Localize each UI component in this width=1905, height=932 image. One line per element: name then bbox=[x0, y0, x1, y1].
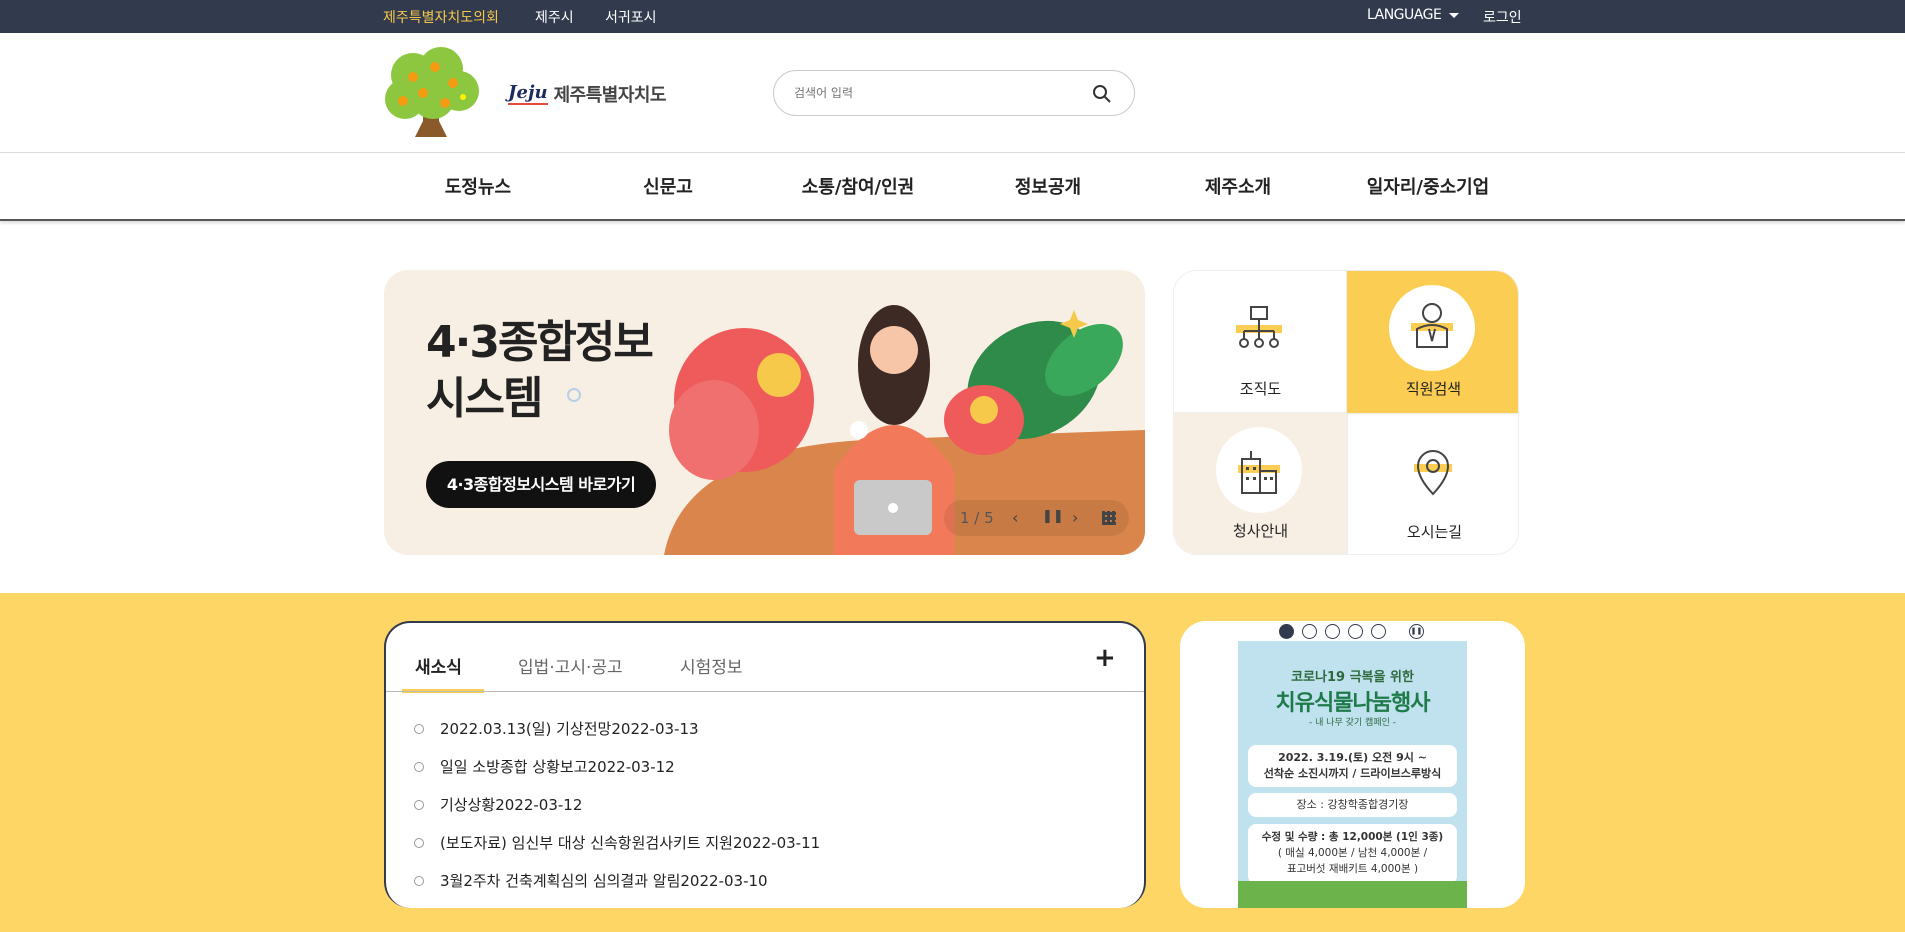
location-pin-icon bbox=[1390, 428, 1476, 514]
quick-directions[interactable]: 오시는길 bbox=[1347, 413, 1518, 554]
list-item[interactable]: 3월2주차 건축계획심의 심의결과 알림2022-03-10 bbox=[414, 870, 768, 891]
banner-pager: 1 / 5 bbox=[960, 509, 994, 527]
jeju-tree-logo[interactable] bbox=[383, 47, 483, 139]
nav-item-info-disclosure[interactable]: 정보공개 bbox=[968, 173, 1128, 199]
more-button[interactable]: + bbox=[1094, 643, 1116, 673]
promo-qty-line3: 표고버섯 재배키트 4,000본 ) bbox=[1286, 863, 1419, 875]
promo-qty-line2: ( 매실 4,000본 / 남천 4,000본 / bbox=[1277, 847, 1428, 859]
jeju-brand-mark: Jeju bbox=[508, 82, 548, 105]
list-item-text: 기상상황2022-03-12 bbox=[440, 796, 583, 814]
promo-date-box: 2022. 3.19.(토) 오전 9시 ~ 선착순 소진시까지 / 드라이브스… bbox=[1248, 745, 1457, 787]
bullet-icon bbox=[414, 875, 424, 886]
banner-title-line2: 시스템 bbox=[426, 373, 543, 424]
nav-item-sinmungo[interactable]: 신문고 bbox=[588, 173, 748, 199]
list-item[interactable]: 일일 소방종합 상황보고2022-03-12 bbox=[414, 756, 675, 777]
slide-dot-2[interactable] bbox=[1302, 624, 1317, 639]
quick-building-guide[interactable]: 청사안내 bbox=[1174, 413, 1347, 554]
promo-qty-line1: 수정 및 수량 : 총 12,000본 (1인 3종) bbox=[1261, 831, 1444, 843]
site-logo[interactable]: Jeju 제주특별자치도 bbox=[508, 80, 667, 108]
promo-qty-box: 수정 및 수량 : 총 12,000본 (1인 3종) ( 매실 4,000본 … bbox=[1248, 824, 1457, 884]
promo-subtitle: - 내 나무 갖기 캠페인 - bbox=[1308, 718, 1397, 728]
slide-dot-4[interactable] bbox=[1348, 624, 1363, 639]
slide-dot-3[interactable] bbox=[1325, 624, 1340, 639]
list-item-text: (보도자료) 임신부 대상 신속항원검사키트 지원2022-03-11 bbox=[440, 834, 821, 852]
pause-icon[interactable]: ❚❚ bbox=[1042, 509, 1064, 524]
org-chart-icon bbox=[1216, 285, 1302, 371]
list-item-text: 2022.03.13(일) 기상전망2022-03-13 bbox=[440, 720, 699, 738]
link-jeju-city[interactable]: 제주시 bbox=[535, 7, 574, 27]
banner-title-line1: 4·3종합정보 bbox=[426, 317, 654, 368]
bullet-icon bbox=[414, 761, 424, 772]
banner-title: 4·3종합정보 시스템 bbox=[426, 315, 654, 427]
quick-staff-search[interactable]: 직원검색 bbox=[1347, 271, 1518, 413]
top-utility-bar: 제주특별자치도의회 제주시 서귀포시 LANGUAGE 로그인 bbox=[0, 0, 1905, 33]
promo-headline-small: 코로나19 극복을 위한 bbox=[1291, 670, 1414, 685]
news-board: 새소식 입법·고시·공고 시험정보 + 2022.03.13(일) 기상전망20… bbox=[384, 621, 1146, 908]
bullet-icon bbox=[414, 837, 424, 848]
slide-dot-1[interactable] bbox=[1279, 624, 1294, 639]
list-item[interactable]: (보도자료) 임신부 대상 신속항원검사키트 지원2022-03-11 bbox=[414, 832, 820, 853]
promo-zone: ❚❚ 코로나19 극복을 위한 치유식물나눔행사 - 내 나무 갖기 캠페인 -… bbox=[1180, 621, 1525, 908]
next-icon[interactable]: › bbox=[1072, 508, 1078, 527]
tab-legislation[interactable]: 입법·고시·공고 bbox=[518, 653, 623, 678]
grid-icon[interactable] bbox=[1102, 511, 1116, 525]
nav-item-news[interactable]: 도정뉴스 bbox=[398, 173, 558, 199]
slide-dot-5[interactable] bbox=[1371, 624, 1386, 639]
search-icon[interactable] bbox=[1092, 84, 1112, 104]
link-seogwipo-city[interactable]: 서귀포시 bbox=[605, 7, 657, 27]
prev-icon[interactable]: ‹ bbox=[1012, 508, 1018, 527]
login-link[interactable]: 로그인 bbox=[1483, 7, 1522, 27]
quick-label: 조직도 bbox=[1239, 380, 1282, 398]
promo-headline: 치유식물나눔행사 bbox=[1275, 691, 1431, 716]
quick-label: 직원검색 bbox=[1405, 380, 1462, 398]
link-jeju-council[interactable]: 제주특별자치도의회 bbox=[383, 7, 499, 27]
list-item-text: 일일 소방종합 상황보고2022-03-12 bbox=[440, 758, 675, 776]
building-icon bbox=[1216, 427, 1302, 513]
staff-search-icon bbox=[1389, 285, 1475, 371]
site-name: 제주특별자치도 bbox=[553, 85, 667, 106]
banner-controls: 1 / 5 ‹ ❚❚ › bbox=[944, 500, 1129, 536]
nav-item-communication[interactable]: 소통/참여/인권 bbox=[778, 173, 938, 199]
promo-place: 장소 : 강창학종합경기장 bbox=[1248, 793, 1457, 817]
tab-divider bbox=[386, 691, 1144, 692]
promo-grass bbox=[1238, 881, 1467, 908]
quick-label: 오시는길 bbox=[1406, 523, 1463, 541]
list-item-text: 3월2주차 건축계획심의 심의결과 알림2022-03-10 bbox=[440, 872, 768, 890]
main-banner[interactable]: 4·3종합정보 시스템 4·3종합정보시스템 바로가기 1 / 5 ‹ ❚❚ › bbox=[384, 270, 1145, 555]
bullet-icon bbox=[414, 723, 424, 734]
quick-label: 청사안내 bbox=[1232, 522, 1289, 540]
list-item[interactable]: 2022.03.13(일) 기상전망2022-03-13 bbox=[414, 718, 699, 739]
bullet-icon bbox=[414, 799, 424, 810]
nav-item-about-jeju[interactable]: 제주소개 bbox=[1158, 173, 1318, 199]
main-navigation: 도정뉴스 신문고 소통/참여/인권 정보공개 제주소개 일자리/중소기업 bbox=[0, 153, 1905, 221]
quick-menu: 조직도 직원검색 청사안내 오시는길 bbox=[1173, 270, 1519, 555]
pause-icon[interactable]: ❚❚ bbox=[1409, 624, 1424, 639]
chevron-down-icon bbox=[1449, 12, 1460, 18]
language-label: LANGUAGE bbox=[1367, 7, 1442, 23]
search-box bbox=[773, 70, 1135, 116]
quick-org-chart[interactable]: 조직도 bbox=[1174, 271, 1347, 413]
list-item[interactable]: 기상상황2022-03-12 bbox=[414, 794, 582, 815]
tab-exam-info[interactable]: 시험정보 bbox=[680, 653, 743, 678]
promo-poster[interactable]: 코로나19 극복을 위한 치유식물나눔행사 - 내 나무 갖기 캠페인 - 20… bbox=[1238, 641, 1467, 908]
promo-date-line2: 선착순 소진시까지 / 드라이브스루방식 bbox=[1263, 767, 1442, 780]
search-input[interactable] bbox=[794, 83, 1084, 103]
tab-news[interactable]: 새소식 bbox=[415, 653, 462, 678]
nav-item-jobs[interactable]: 일자리/중소기업 bbox=[1348, 173, 1508, 199]
banner-cta-button[interactable]: 4·3종합정보시스템 바로가기 bbox=[426, 461, 656, 508]
language-selector[interactable]: LANGUAGE bbox=[1367, 7, 1460, 23]
promo-date-line1: 2022. 3.19.(토) 오전 9시 ~ bbox=[1278, 751, 1427, 764]
